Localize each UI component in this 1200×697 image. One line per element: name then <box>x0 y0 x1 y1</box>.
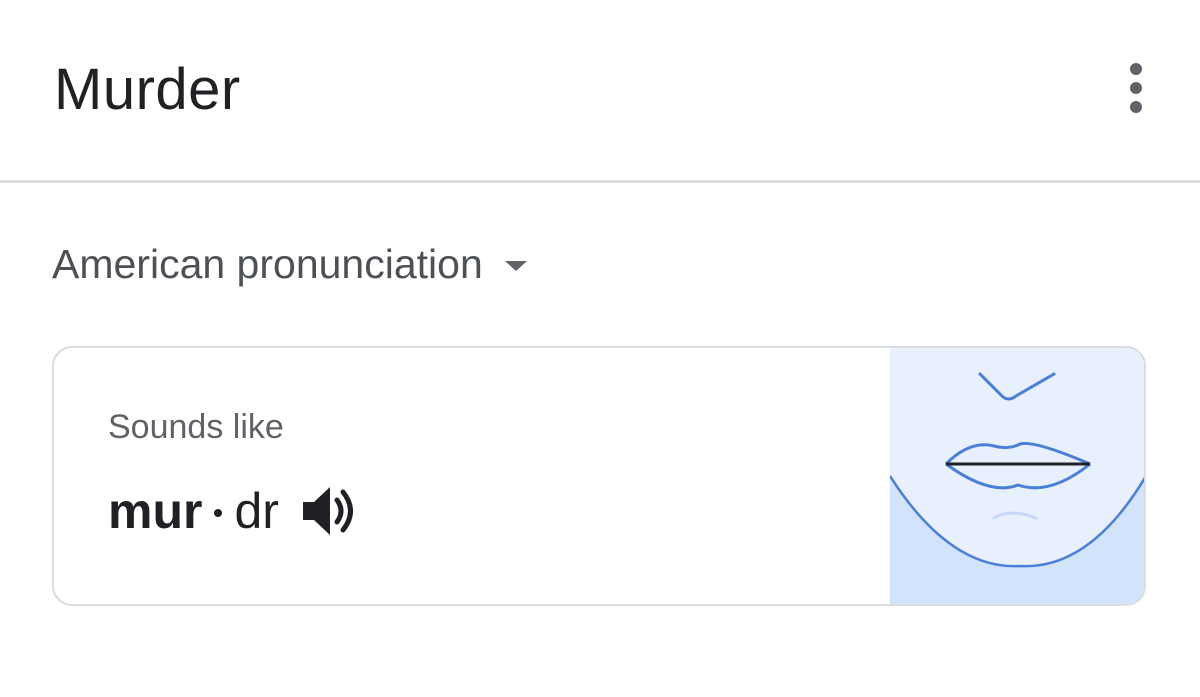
syllable-separator <box>214 509 223 517</box>
speaker-icon <box>302 487 353 535</box>
sounds-like-label: Sounds like <box>108 408 284 446</box>
arrow-drop-down-icon <box>504 261 527 271</box>
app-header: Murder <box>0 0 1200 183</box>
play-audio-button[interactable] <box>301 480 363 542</box>
more-options-button[interactable] <box>1110 56 1162 120</box>
more-vert-icon-dot <box>1130 82 1142 94</box>
syllable-stressed: mur <box>108 483 203 539</box>
page-title: Murder <box>54 57 241 122</box>
accent-selector[interactable]: American pronunciation <box>52 236 527 292</box>
more-vert-icon <box>1130 63 1142 75</box>
phonetic-spelling: mur dr <box>108 476 363 546</box>
accent-label: American pronunciation <box>52 240 483 287</box>
pronunciation-card: Sounds like mur dr <box>52 346 1146 606</box>
syllable: dr <box>234 483 279 539</box>
mouth-shape-illustration <box>888 348 1144 604</box>
more-vert-icon-dot <box>1130 101 1142 113</box>
